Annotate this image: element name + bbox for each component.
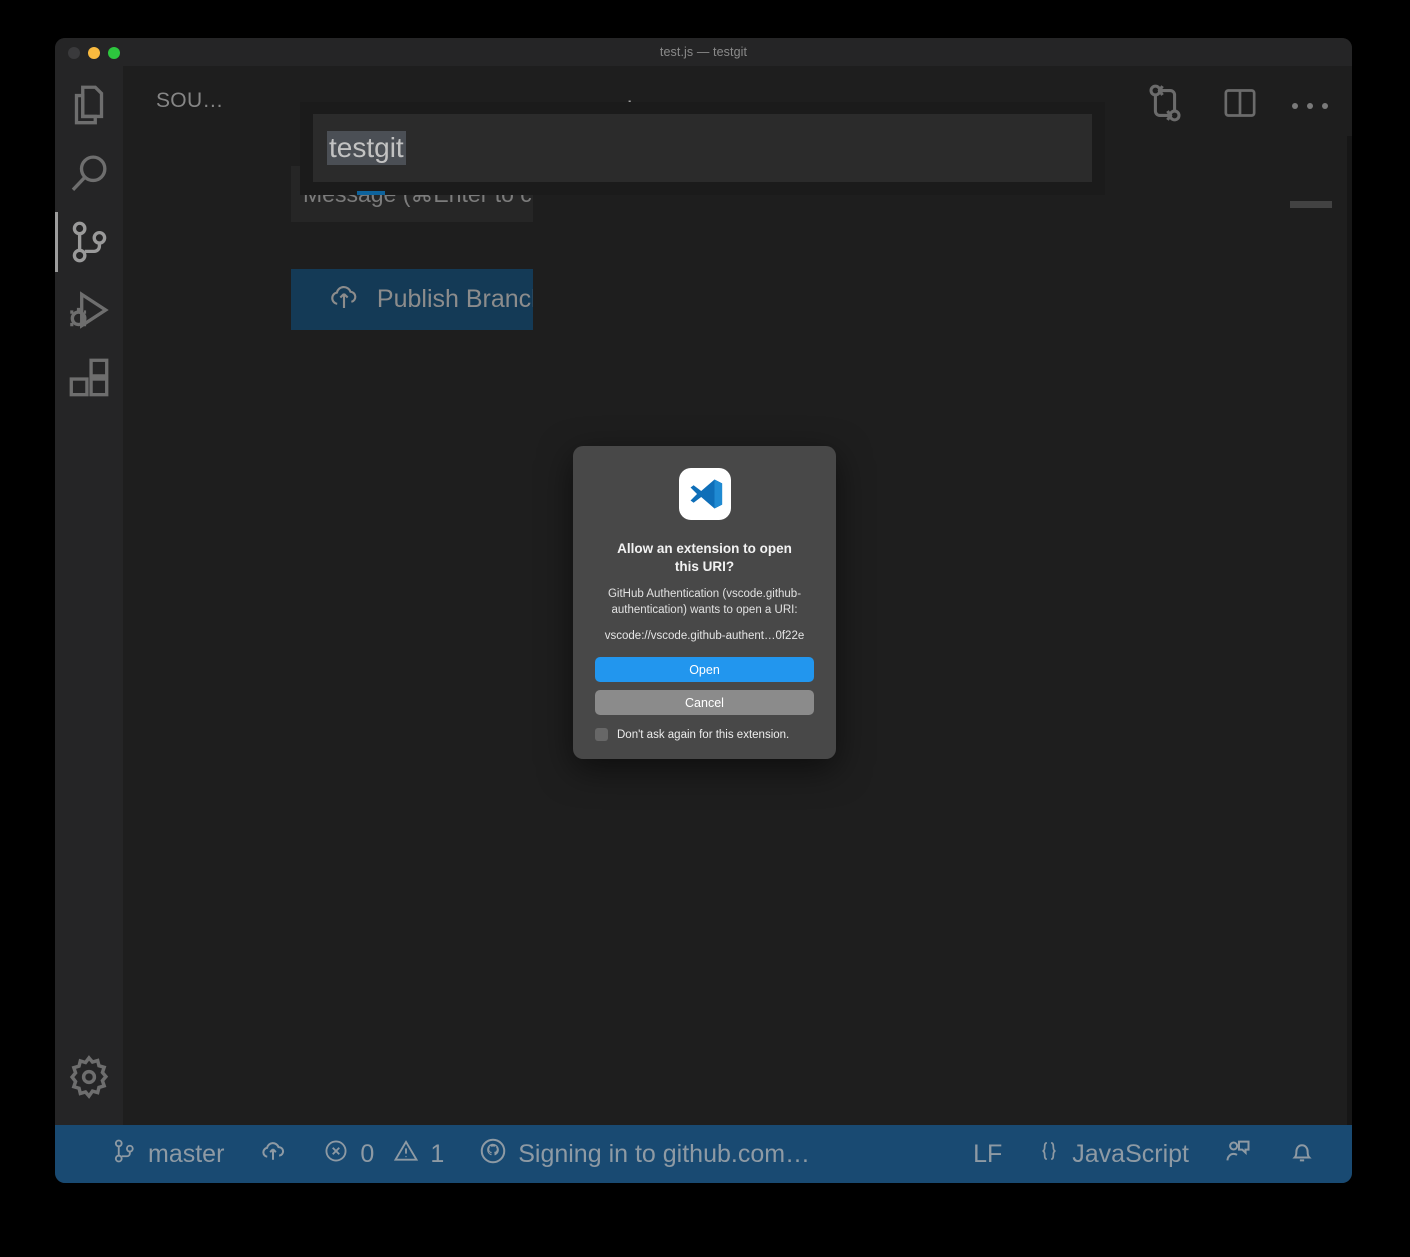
sidebar-item-explorer[interactable]	[55, 72, 123, 140]
status-problems[interactable]: 0 1	[305, 1125, 461, 1183]
braces-icon	[1036, 1138, 1062, 1171]
activity-bar-bottom	[55, 1043, 123, 1125]
status-bar: master 0	[55, 1125, 1352, 1183]
quick-input-field[interactable]: testgit	[313, 114, 1092, 182]
window-title: test.js — testgit	[55, 38, 1352, 66]
sidebar-item-run-and-debug[interactable]	[55, 276, 123, 344]
status-errors-count: 0	[360, 1140, 374, 1169]
dialog-uri: vscode://vscode.github-authent…0f22e	[605, 630, 804, 642]
error-circle-icon	[322, 1137, 350, 1172]
source-control-icon	[64, 217, 114, 267]
status-account[interactable]: Signing in to github.com…	[461, 1125, 827, 1183]
source-control-icon	[110, 1137, 138, 1172]
quick-input-value: testgit	[327, 131, 406, 165]
status-branch-label: master	[148, 1140, 224, 1169]
status-bar-right: LF JavaScript	[956, 1125, 1334, 1183]
extensions-icon	[64, 353, 114, 403]
status-eol[interactable]: LF	[956, 1125, 1019, 1183]
status-feedback[interactable]	[1206, 1125, 1270, 1183]
gear-icon	[63, 1051, 115, 1103]
dialog-message: GitHub Authentication (vscode.github-aut…	[595, 587, 814, 618]
status-account-label: Signing in to github.com…	[518, 1140, 810, 1169]
warning-triangle-icon	[392, 1137, 420, 1172]
manage-settings-button[interactable]	[55, 1043, 123, 1111]
editor-actions-toolbar	[1142, 80, 1328, 131]
files-icon	[64, 81, 114, 131]
dont-ask-again-checkbox[interactable]	[595, 728, 608, 741]
split-editor-icon[interactable]	[1220, 83, 1260, 128]
status-warnings-count: 1	[430, 1140, 444, 1169]
sidebar-item-extensions[interactable]	[55, 344, 123, 412]
publish-branch-label: Publish Branch	[377, 285, 545, 314]
status-notifications[interactable]	[1270, 1125, 1334, 1183]
status-bar-left: master 0	[93, 1125, 827, 1183]
cloud-upload-icon	[258, 1136, 288, 1173]
feedback-icon	[1223, 1136, 1253, 1173]
editor-overview-ruler[interactable]	[1347, 136, 1352, 1125]
ellipsis-icon[interactable]	[1292, 103, 1328, 109]
sidebar-item-source-control[interactable]	[55, 208, 123, 276]
side-bar: SOU… Message (⌘Enter to c… Publish Branc…	[123, 66, 533, 1125]
pull-request-icon[interactable]	[1142, 80, 1188, 131]
dialog-open-button[interactable]: Open	[595, 657, 814, 682]
open-uri-dialog: Allow an extension to open this URI? Git…	[573, 446, 836, 759]
editor-horizontal-scrollbar[interactable]	[1290, 201, 1332, 208]
vscode-logo-icon	[679, 468, 731, 520]
sidebar-item-search[interactable]	[55, 140, 123, 208]
status-language[interactable]: JavaScript	[1019, 1125, 1206, 1183]
quick-input-progress-bar	[313, 191, 1092, 195]
status-sync[interactable]	[241, 1125, 305, 1183]
status-eol-label: LF	[973, 1140, 1002, 1169]
quick-input-widget: testgit	[300, 102, 1105, 195]
status-branch[interactable]: master	[93, 1125, 241, 1183]
dialog-cancel-button[interactable]: Cancel	[595, 690, 814, 715]
dialog-title: Allow an extension to open this URI?	[605, 540, 805, 575]
run-debug-icon	[64, 285, 114, 335]
search-icon	[64, 149, 114, 199]
dont-ask-again-label: Don't ask again for this extension.	[617, 729, 789, 741]
dialog-dont-ask-again-row[interactable]: Don't ask again for this extension.	[595, 728, 814, 741]
github-icon	[478, 1136, 508, 1173]
cloud-upload-icon	[327, 279, 361, 320]
vscode-window: test.js — testgit	[55, 38, 1352, 1183]
activity-bar	[55, 66, 123, 1125]
bell-icon	[1287, 1136, 1317, 1173]
status-language-label: JavaScript	[1072, 1140, 1189, 1169]
title-bar: test.js — testgit	[55, 38, 1352, 66]
